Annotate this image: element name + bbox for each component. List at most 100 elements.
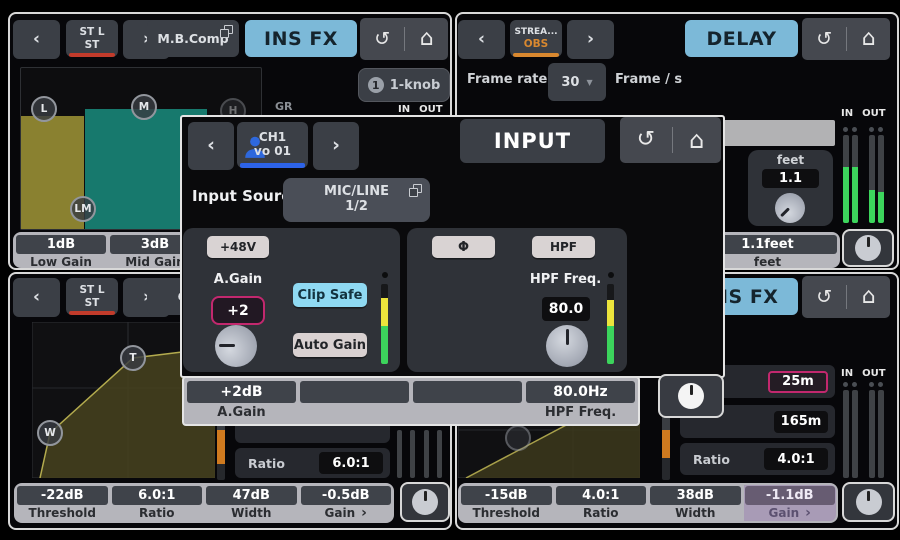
- ratio-row[interactable]: Ratio 4.0:1: [680, 443, 835, 475]
- hpf-freq-knob[interactable]: [546, 325, 588, 367]
- channel-select-button[interactable]: ST L ST: [66, 20, 118, 57]
- param-cell-threshold[interactable]: -15dB Threshold: [460, 485, 553, 521]
- channel-name2: vo 01: [254, 145, 291, 159]
- peak-led: [382, 272, 388, 278]
- prev-channel-button[interactable]: ‹: [13, 278, 60, 317]
- hpf-freq-label: HPF Freq.: [528, 272, 603, 287]
- param-cell-2[interactable]: [299, 380, 410, 422]
- modal-title: INPUT: [460, 119, 605, 163]
- param-value[interactable]: 6.0:1: [112, 486, 203, 505]
- param-cell-gain-selected[interactable]: -1.1dB Gain ›: [744, 485, 837, 521]
- peak-led: [869, 127, 874, 132]
- param-cell-threshold[interactable]: -22dB Threshold: [16, 485, 109, 521]
- channel-name: ST L: [79, 284, 104, 296]
- channel-select-button[interactable]: STREA... OBS: [510, 20, 562, 57]
- peak-led: [878, 382, 883, 387]
- param-value[interactable]: -22dB: [17, 486, 108, 505]
- param-cell-low-gain[interactable]: 1dB Low Gain: [15, 234, 107, 266]
- low-band-handle[interactable]: L: [31, 96, 57, 122]
- home-icon[interactable]: ⌂: [689, 128, 704, 152]
- param-value[interactable]: 80.0Hz: [526, 381, 635, 403]
- param-cell-3[interactable]: [412, 380, 523, 422]
- param-value[interactable]: 1dB: [16, 235, 106, 254]
- one-knob-button[interactable]: 1 1-knob: [358, 68, 450, 102]
- param-cell-hpf-freq[interactable]: 80.0Hz HPF Freq.: [525, 380, 636, 422]
- in-label: IN: [841, 368, 853, 379]
- frame-rate-dropdown[interactable]: 30 ▼: [548, 63, 606, 101]
- channel-select-button[interactable]: ST L ST: [66, 278, 118, 315]
- param-cell-width[interactable]: 47dB Width: [205, 485, 298, 521]
- gr-label: GR: [275, 100, 293, 113]
- back-icon[interactable]: ↺: [816, 30, 832, 49]
- channel-select-button[interactable]: CH1 vo 01: [237, 122, 308, 168]
- analog-gain-section: +48V A.Gain +2 Clip Safe Auto Gain: [183, 228, 400, 372]
- home-icon[interactable]: ⌂: [862, 28, 876, 50]
- lowmid-crossover-handle[interactable]: LM: [70, 196, 96, 222]
- prev-channel-button[interactable]: ‹: [458, 20, 505, 59]
- param-value[interactable]: [300, 381, 409, 403]
- chevron-right-icon[interactable]: ›: [361, 507, 367, 519]
- side-meter: [410, 430, 415, 478]
- input-source-button[interactable]: MIC/LINE 1/2: [283, 178, 430, 222]
- param-value[interactable]: 38dB: [650, 486, 741, 505]
- time-value[interactable]: 25m: [768, 371, 828, 393]
- touch-knob-button[interactable]: [842, 482, 895, 522]
- mid-band-handle[interactable]: M: [131, 94, 157, 120]
- phantom-48v-button[interactable]: +48V: [207, 236, 269, 258]
- param-value[interactable]: -15dB: [461, 486, 552, 505]
- prev-channel-button[interactable]: ‹: [13, 20, 60, 59]
- param-strip: -22dB Threshold 6.0:1 Ratio 47dB Width -…: [14, 483, 394, 523]
- hpf-button[interactable]: HPF: [532, 236, 595, 258]
- hpf-freq-value[interactable]: 80.0: [542, 297, 590, 321]
- again-value[interactable]: +2: [211, 296, 265, 325]
- back-icon[interactable]: ↺: [637, 129, 655, 151]
- param-value[interactable]: 47dB: [206, 486, 297, 505]
- frame-rate-unit: Frame / s: [615, 72, 682, 87]
- ratio-value[interactable]: 6.0:1: [319, 452, 383, 474]
- param-cell-gain[interactable]: -0.5dB Gain ›: [300, 485, 393, 521]
- param-value[interactable]: -1.1dB: [745, 486, 836, 505]
- ratio-row[interactable]: Ratio 6.0:1: [235, 448, 390, 478]
- touch-knob-button[interactable]: [658, 374, 724, 418]
- chevron-right-icon[interactable]: ›: [805, 507, 811, 519]
- channel-name: ST L: [79, 26, 104, 38]
- param-value[interactable]: [413, 381, 522, 403]
- param-cell-again[interactable]: +2dB A.Gain: [186, 380, 297, 422]
- param-cell-ratio[interactable]: 6.0:1 Ratio: [111, 485, 204, 521]
- param-value[interactable]: -0.5dB: [301, 486, 392, 505]
- effect-select-button[interactable]: M.B.Comp: [147, 20, 239, 57]
- param-cell-width[interactable]: 38dB Width: [649, 485, 742, 521]
- ratio-value[interactable]: 4.0:1: [764, 448, 828, 470]
- param-cell-ratio[interactable]: 4.0:1 Ratio: [555, 485, 648, 521]
- delay-knob[interactable]: [769, 187, 811, 229]
- knob-icon: [678, 383, 704, 409]
- prev-channel-button[interactable]: ‹: [188, 122, 234, 170]
- threshold-handle[interactable]: T: [120, 345, 146, 371]
- delay-value[interactable]: 1.1: [762, 169, 819, 188]
- home-icon[interactable]: ⌂: [420, 28, 434, 50]
- phase-button[interactable]: Φ: [432, 236, 495, 258]
- fader-cap[interactable]: [723, 120, 835, 146]
- copy-icon: [413, 184, 422, 193]
- param-value[interactable]: 4.0:1: [556, 486, 647, 505]
- touch-knob-button[interactable]: [842, 229, 894, 267]
- peak-led: [852, 382, 857, 387]
- one-knob-label: 1-knob: [390, 78, 441, 93]
- back-icon[interactable]: ↺: [374, 30, 390, 49]
- release-value[interactable]: 165m: [774, 411, 828, 433]
- touch-knob-button[interactable]: [400, 482, 450, 522]
- clip-safe-button[interactable]: Clip Safe: [293, 283, 367, 307]
- next-channel-button[interactable]: ›: [313, 122, 359, 170]
- hpf-section: Φ HPF HPF Freq. 80.0: [407, 228, 627, 372]
- divider: [846, 285, 847, 308]
- divider: [404, 27, 405, 50]
- mixer-screen: ‹ ST L ST › M.B.Comp INS FX ↺ ⌂ L M H LM…: [0, 0, 900, 540]
- param-label: Gain: [769, 506, 800, 520]
- home-icon[interactable]: ⌂: [862, 286, 876, 308]
- next-channel-button[interactable]: ›: [567, 20, 614, 59]
- width-handle[interactable]: W: [37, 420, 63, 446]
- again-knob[interactable]: [215, 325, 257, 367]
- back-icon[interactable]: ↺: [816, 288, 832, 307]
- param-value[interactable]: +2dB: [187, 381, 296, 403]
- auto-gain-button[interactable]: Auto Gain: [293, 333, 367, 357]
